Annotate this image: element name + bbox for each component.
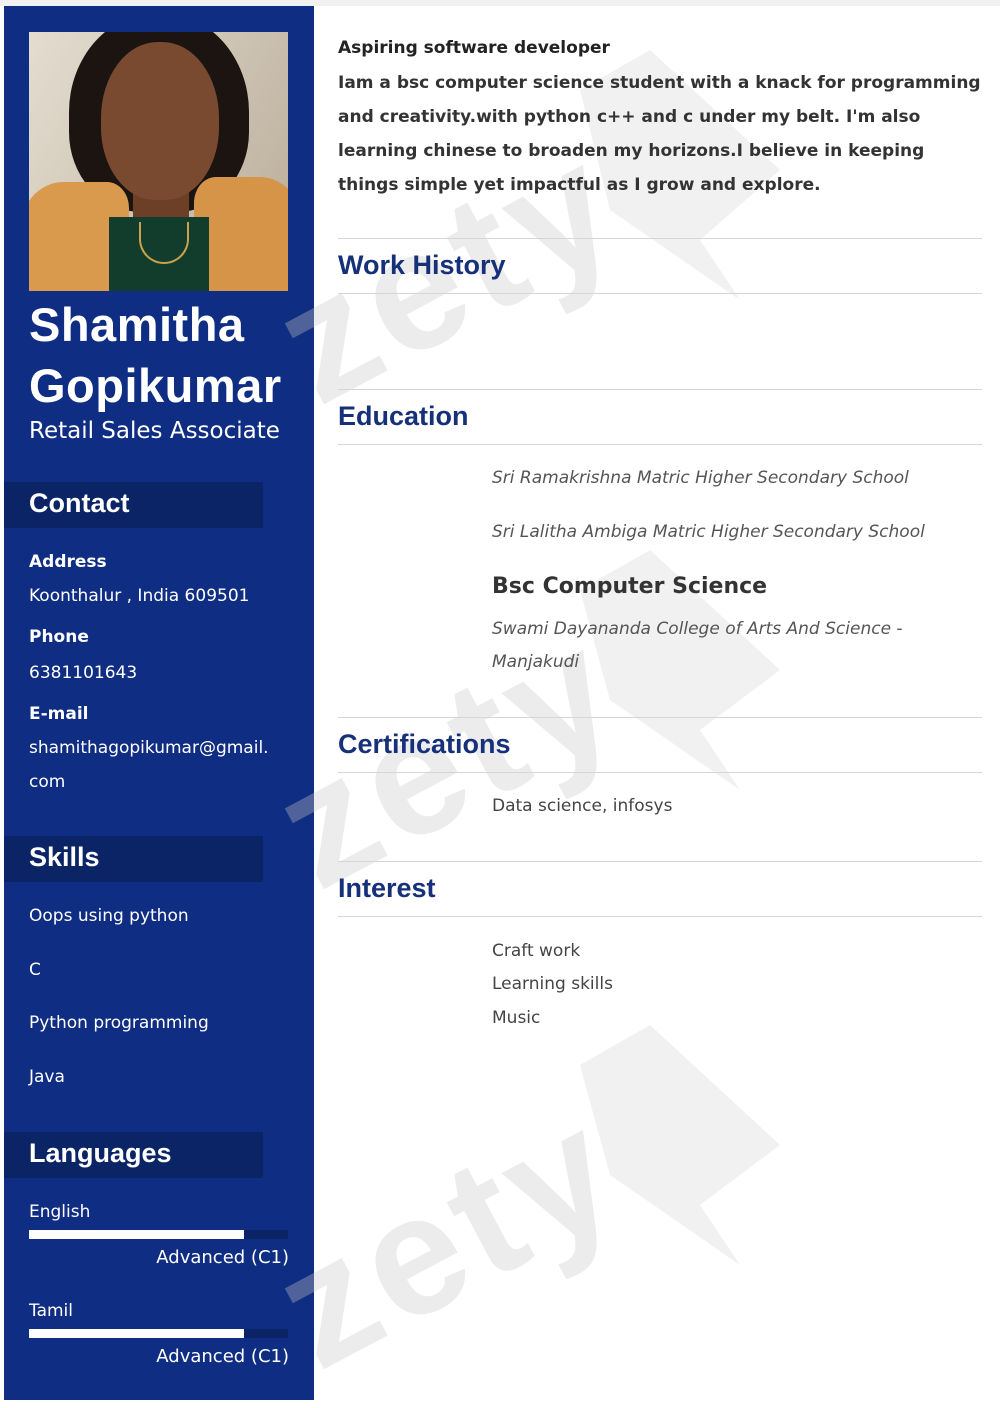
skill-item: C [29,960,41,980]
work-history-heading: Work History [338,250,506,280]
certification-item: Data science, infosys [492,796,673,816]
interest-item: Learning skills [492,974,613,994]
skill-item: Oops using python [29,906,189,926]
address-label: Address [29,552,107,572]
divider [338,238,982,239]
education-college: Swami Dayananda College of Arts And Scie… [492,619,903,672]
divider [338,916,982,917]
last-name: Gopikumar [29,359,282,412]
email-value-line-2: com [29,772,66,792]
main-content: Aspiring software developer Iam a bsc co… [338,0,982,1400]
education-school: Sri Lalitha Ambiga Matric Higher Seconda… [492,522,925,542]
interest-item: Craft work [492,941,581,961]
education-degree: Bsc Computer Science [492,574,768,599]
summary-title: Aspiring software developer [338,38,610,58]
candidate-name: Shamitha Gopikumar [29,294,314,416]
certifications-heading: Certifications [338,729,511,759]
skill-item: Python programming [29,1013,209,1033]
languages-heading-band: Languages [4,1132,263,1178]
language-proficiency-bar [29,1329,288,1338]
languages-heading: Languages [29,1138,172,1168]
address-value: Koonthalur , India 609501 [29,586,250,606]
profile-photo [29,32,288,291]
divider [338,389,982,390]
email-value-line-1: shamithagopikumar@gmail. [29,738,269,758]
summary-body: Iam a bsc computer science student with … [338,73,981,195]
language-name: Tamil [29,1301,73,1321]
contact-heading-band: Contact [4,482,263,528]
phone-label: Phone [29,627,89,647]
language-name: English [29,1202,91,1222]
language-proficiency-bar [29,1230,288,1239]
language-level: Advanced (C1) [156,1346,289,1367]
skill-item: Java [29,1067,65,1087]
divider [338,861,982,862]
divider [338,772,982,773]
divider [338,717,982,718]
interest-heading: Interest [338,873,436,903]
education-heading: Education [338,401,469,431]
phone-value: 6381101643 [29,663,138,683]
divider [338,444,982,445]
interest-item: Music [492,1008,541,1028]
skills-heading: Skills [29,842,100,872]
language-proficiency-fill [29,1329,244,1338]
education-school: Sri Ramakrishna Matric Higher Secondary … [492,468,909,488]
job-title: Retail Sales Associate [29,418,280,444]
divider [338,293,982,294]
email-label: E-mail [29,704,89,724]
first-name: Shamitha [29,298,245,351]
skills-heading-band: Skills [4,836,263,882]
sidebar: Shamitha Gopikumar Retail Sales Associat… [4,6,314,1400]
contact-heading: Contact [29,488,130,518]
language-proficiency-fill [29,1230,244,1239]
language-level: Advanced (C1) [156,1247,289,1268]
